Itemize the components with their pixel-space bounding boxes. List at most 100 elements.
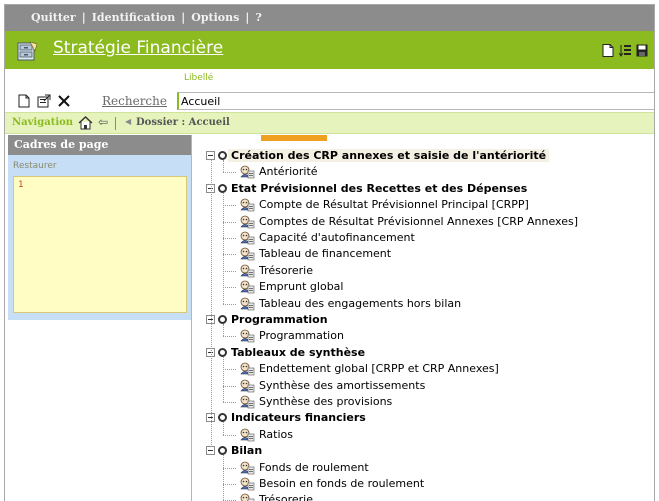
section-circle-icon: [218, 315, 227, 324]
report-user-icon: [239, 428, 255, 442]
report-user-icon: [239, 329, 255, 343]
save-icon[interactable]: [636, 44, 648, 57]
collapse-toggle-icon[interactable]: [206, 446, 215, 456]
tree-item-label[interactable]: Trésorerie: [259, 264, 313, 277]
report-user-icon: [239, 395, 255, 409]
libelle-input[interactable]: [177, 92, 654, 110]
tree-item-label[interactable]: Synthèse des provisions: [259, 395, 392, 408]
menu-help[interactable]: ?: [255, 11, 261, 24]
tree-connector: [223, 303, 236, 305]
tree-item-label[interactable]: Comptes de Résultat Prévisionnel Annexes…: [259, 215, 578, 228]
tree-item-label[interactable]: Tableau des engagements hors bilan: [259, 297, 461, 310]
tree-connector: [223, 238, 236, 239]
breadcrumb-dossier: Dossier : Accueil: [136, 117, 230, 128]
app-window: Quitter | Identification | Options |? Stratég…: [4, 4, 655, 501]
delete-icon[interactable]: [57, 94, 71, 108]
tree-connector: [223, 369, 236, 371]
report-user-icon: [239, 264, 255, 278]
navigation-bar: Navigation ⇦ ◀ Dossier : Accueil: [5, 112, 654, 134]
navigation-label: Navigation: [12, 117, 74, 128]
tree-section-label[interactable]: Tableaux de synthèse: [231, 346, 365, 359]
tree-section-label[interactable]: Etat Prévisionnel des Recettes et des Dé…: [231, 182, 527, 195]
title-tools: [602, 44, 648, 57]
report-user-icon: [239, 297, 255, 311]
section-circle-icon: [218, 446, 227, 456]
menu-separator: |: [181, 11, 186, 24]
tool-icons: [17, 94, 71, 108]
tree-connector: [223, 434, 236, 436]
tree-tab-indicator: [261, 135, 327, 141]
top-menu-bar: Quitter | Identification | Options |?: [5, 5, 654, 31]
tree-connector: [223, 287, 236, 289]
tree-connector: [223, 385, 236, 387]
report-user-icon: [239, 493, 255, 501]
menu-separator: |: [81, 11, 86, 24]
new-document-icon[interactable]: [602, 44, 614, 57]
menu-options[interactable]: Options: [191, 11, 239, 24]
report-user-icon: [239, 280, 255, 294]
report-user-icon: [239, 461, 255, 475]
report-user-icon: [239, 215, 255, 229]
restore-link[interactable]: Restaurer: [13, 161, 57, 171]
report-user-icon: [239, 362, 255, 376]
title-bar: Stratégie Financière: [5, 31, 654, 69]
tree-section-label[interactable]: Programmation: [231, 313, 328, 326]
left-panel-body: Restaurer 1: [8, 155, 191, 320]
tree-item-label[interactable]: Programmation: [259, 329, 344, 342]
tree-connector: [223, 254, 236, 256]
tree-item-label[interactable]: Emprunt global: [259, 280, 343, 293]
back-arrow-icon[interactable]: ⇦: [98, 115, 108, 129]
tree-connector: [223, 324, 224, 337]
tree-item-label[interactable]: Synthèse des amortissements: [259, 379, 425, 392]
top-menu: Quitter | Identification | Options |?: [31, 11, 262, 24]
report-user-icon: [239, 198, 255, 212]
tree-connector: [223, 205, 236, 207]
tree-connector: [223, 221, 236, 223]
app-title-link[interactable]: Stratégie Financière: [53, 38, 223, 58]
nav-divider: [115, 117, 116, 130]
tree-item-label[interactable]: Endettement global [CRPP et CRP Annexes]: [259, 362, 499, 375]
page-frames-box[interactable]: 1: [13, 176, 187, 313]
sort-list-icon[interactable]: [618, 44, 631, 57]
home-icon[interactable]: [78, 116, 93, 130]
section-circle-icon: [218, 151, 227, 160]
tree-item-label[interactable]: Tableau de financement: [259, 247, 391, 260]
app-cabinet-icon: [16, 41, 38, 61]
libelle-label: Libellé: [184, 73, 214, 83]
tree-item-label[interactable]: Compte de Résultat Prévisionnel Principa…: [259, 198, 529, 211]
menu-quitter[interactable]: Quitter: [31, 11, 76, 24]
tree-section-label[interactable]: Bilan: [231, 444, 262, 457]
tree-connector: [223, 356, 224, 402]
menu-separator: |: [245, 11, 250, 24]
new-icon[interactable]: [17, 94, 31, 108]
menu-identification[interactable]: Identification: [92, 11, 176, 24]
tree-connector: [223, 402, 236, 403]
report-user-icon: [239, 165, 255, 179]
section-circle-icon: [218, 347, 227, 357]
tree-connector: [211, 160, 212, 448]
tree-connector: [223, 455, 224, 501]
tree-item-label[interactable]: Antériorité: [259, 165, 318, 178]
left-panel-header: Cadres de page: [8, 135, 191, 155]
report-user-icon: [239, 247, 255, 261]
tree-item-label[interactable]: Ratios: [259, 428, 293, 441]
report-user-icon: [239, 231, 255, 245]
properties-icon[interactable]: [37, 94, 51, 108]
tree-connector: [223, 422, 224, 435]
recherche-link[interactable]: Recherche: [102, 94, 167, 108]
tree-item-label[interactable]: Capacité d'autofinancement: [259, 231, 415, 244]
section-circle-icon: [218, 413, 227, 423]
section-circle-icon: [218, 183, 227, 193]
tree-connector: [223, 336, 236, 338]
tree-item-label[interactable]: Besoin en fonds de roulement: [259, 477, 424, 490]
collapse-toggle-icon[interactable]: [206, 151, 215, 160]
tree-item-label[interactable]: Fonds de roulement: [259, 461, 369, 474]
tree-connector: [223, 467, 236, 469]
toolbar: Libellé Recherche: [5, 69, 654, 112]
tree-connector: [223, 192, 224, 304]
tree-connector: [223, 172, 236, 174]
tree-section-label[interactable]: Indicateurs financiers: [231, 411, 366, 424]
tree-item-label[interactable]: Trésorerie: [259, 493, 313, 501]
tree-section-label[interactable]: Création des CRP annexes et saisie de l'…: [228, 149, 550, 162]
tree-connector: [223, 160, 224, 173]
